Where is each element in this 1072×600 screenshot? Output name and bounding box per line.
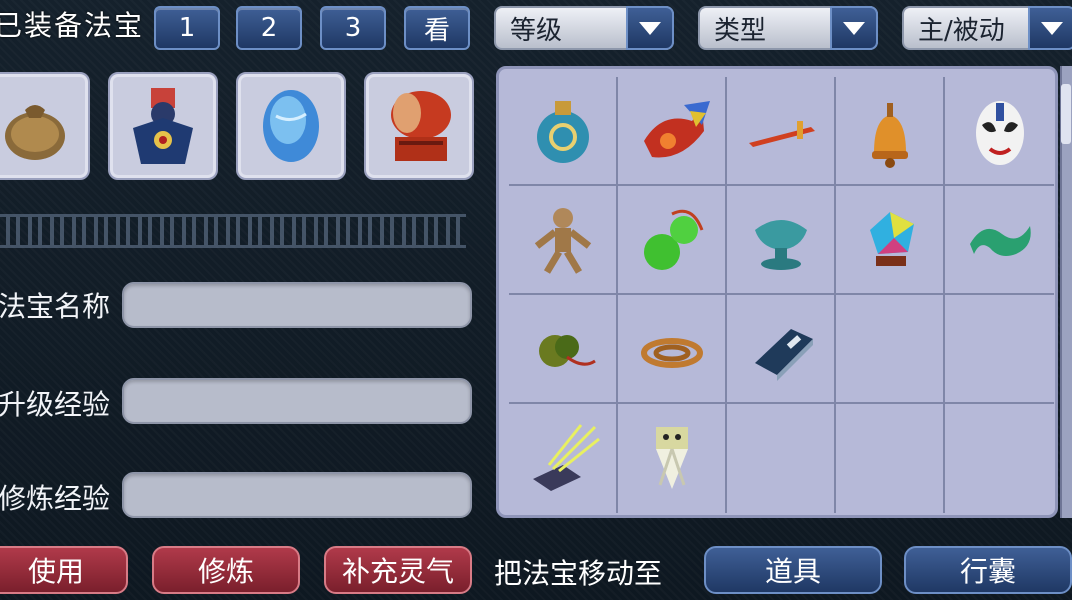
equipped-treasure-title: 已装备法宝: [0, 9, 145, 42]
dragon-fan-icon: [643, 100, 710, 157]
inventory-slot[interactable]: [727, 186, 836, 295]
treasure-name-label: 法宝名称: [0, 290, 111, 323]
level-dropdown[interactable]: 等级: [494, 6, 674, 50]
inventory-slot[interactable]: [509, 404, 618, 513]
upgrade-exp-field: [122, 378, 472, 424]
crystal-stone-icon: [869, 211, 914, 266]
type-dropdown[interactable]: 类型: [698, 6, 878, 50]
inventory-slot[interactable]: [618, 295, 727, 404]
inventory-slot[interactable]: [509, 186, 618, 295]
type-dropdown-label: 类型: [714, 15, 767, 46]
rope-coil-icon: [640, 337, 703, 368]
move-to-item-button[interactable]: 道具: [704, 546, 882, 594]
replenish-spirit-button[interactable]: 补充灵气: [324, 546, 472, 594]
cultivate-button[interactable]: 修炼: [152, 546, 300, 594]
flying-sword-icon: [748, 120, 815, 147]
upgrade-exp-label: 升级经验: [0, 388, 111, 421]
use-button[interactable]: 使用: [0, 546, 128, 594]
green-gourd-icon: [643, 209, 703, 270]
inventory-slot[interactable]: [727, 77, 836, 186]
tab-3[interactable]: 3: [320, 6, 386, 50]
tab-1[interactable]: 1: [154, 6, 220, 50]
inventory-slot[interactable]: [945, 77, 1054, 186]
armored-figure-icon: [133, 88, 193, 164]
scroll-thumb[interactable]: [1061, 84, 1071, 144]
red-drum-icon: [391, 91, 451, 161]
glowing-box-icon: [532, 423, 600, 491]
opera-mask-icon: [975, 100, 1024, 165]
equipped-slot-4[interactable]: [364, 72, 474, 180]
inventory-slot[interactable]: [945, 295, 1054, 404]
blue-jade-stone-icon: [263, 90, 319, 162]
inventory-slot[interactable]: [945, 186, 1054, 295]
move-to-label: 把法宝移动至: [494, 557, 663, 590]
inventory-grid: [509, 77, 1054, 513]
pouch-bag-icon: [5, 105, 65, 160]
inventory-slot[interactable]: [509, 295, 618, 404]
wooden-doll-icon: [534, 207, 591, 274]
mode-dropdown[interactable]: 主/被动: [902, 6, 1072, 50]
bell-icon: [871, 102, 908, 168]
inventory-slot[interactable]: [945, 404, 1054, 513]
paper-charm-icon: [655, 426, 688, 489]
move-to-bag-button[interactable]: 行囊: [904, 546, 1072, 594]
cultivation-exp-field: [122, 472, 472, 518]
inventory-panel: [496, 66, 1058, 518]
chevron-down-icon[interactable]: [626, 6, 674, 50]
mode-dropdown-label: 主/被动: [918, 15, 1005, 46]
inventory-slot[interactable]: [727, 404, 836, 513]
inventory-slot[interactable]: [618, 404, 727, 513]
decorative-border: [0, 214, 466, 248]
jade-dragon-icon: [969, 225, 1031, 256]
level-dropdown-label: 等级: [510, 15, 563, 46]
inventory-slot[interactable]: [727, 295, 836, 404]
equipped-slot-3[interactable]: [236, 72, 346, 180]
equipped-slot-2[interactable]: [108, 72, 218, 180]
herb-bundle-icon: [538, 334, 596, 367]
inventory-slot[interactable]: [509, 77, 618, 186]
tab-2[interactable]: 2: [236, 6, 302, 50]
treasure-name-field: [122, 282, 472, 328]
jade-bowl-icon: [754, 219, 807, 270]
inventory-slot[interactable]: [836, 186, 945, 295]
blue-book-icon: [754, 328, 813, 381]
inventory-slot[interactable]: [836, 295, 945, 404]
view-button[interactable]: 看: [404, 6, 470, 50]
equipped-slot-1[interactable]: [0, 72, 90, 180]
cultivation-exp-label: 修炼经验: [0, 482, 111, 515]
chevron-down-icon[interactable]: [1028, 6, 1072, 50]
inventory-slot[interactable]: [836, 77, 945, 186]
inventory-slot[interactable]: [618, 186, 727, 295]
chevron-down-icon[interactable]: [830, 6, 878, 50]
vase-icon: [536, 100, 589, 163]
inventory-slot[interactable]: [836, 404, 945, 513]
inventory-slot[interactable]: [618, 77, 727, 186]
